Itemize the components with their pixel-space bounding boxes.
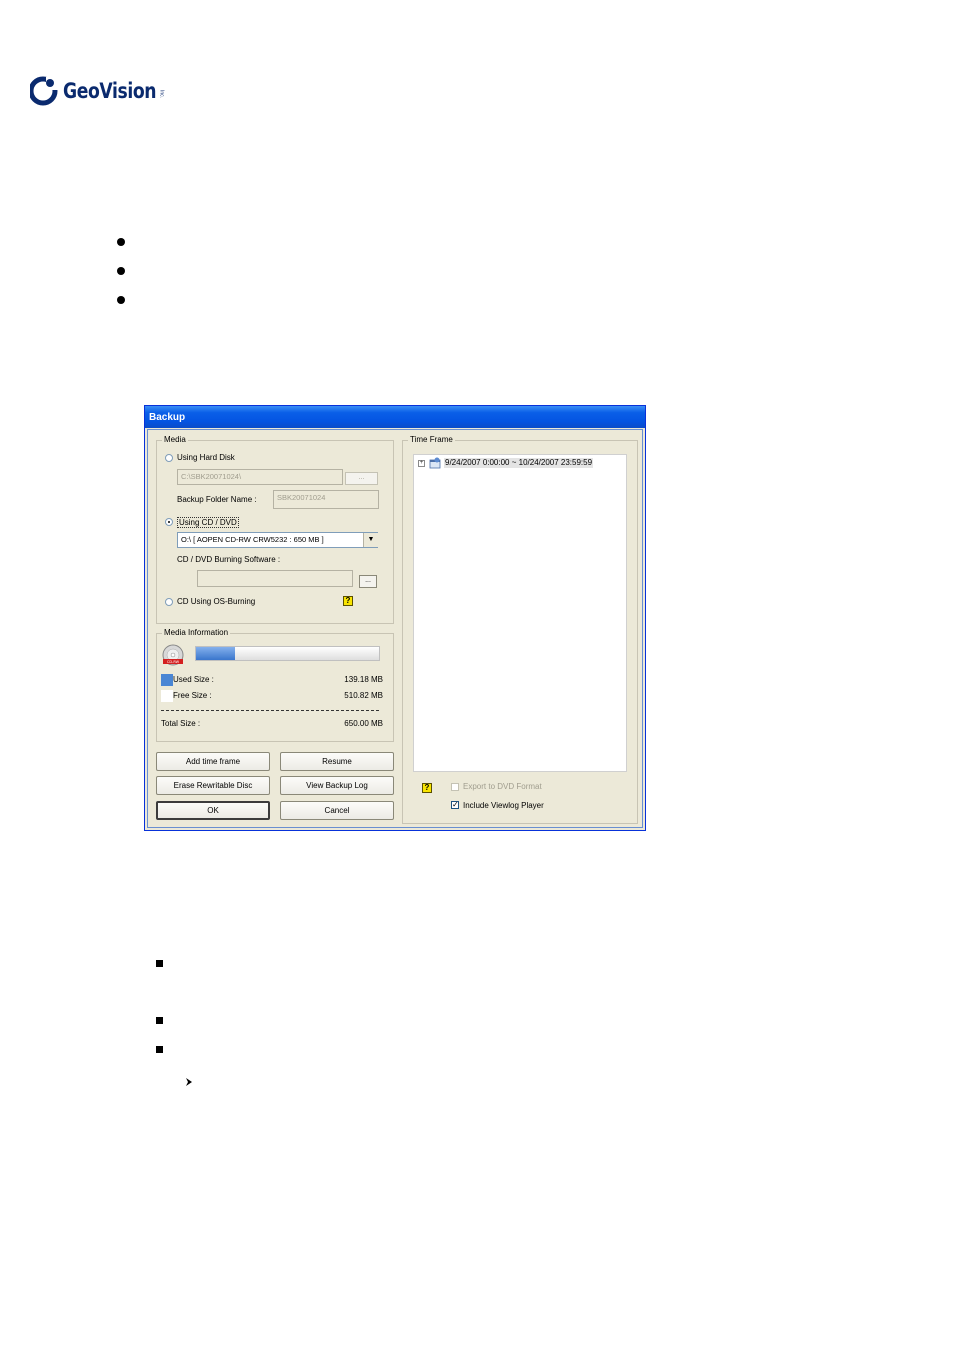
backup-dialog: Backup Media Using Hard Disk C:\SBK20071… [144, 405, 646, 831]
used-size-label: Used Size : [173, 675, 214, 684]
dialog-title-bar[interactable]: Backup [145, 406, 645, 428]
cd-os-burning-label: CD Using OS-Burning [177, 597, 256, 606]
total-size-value: 650.00 MB [344, 719, 383, 728]
media-usage-fill [196, 647, 236, 660]
help-icon[interactable]: ? [422, 783, 432, 793]
geovision-logo-icon [28, 76, 60, 106]
erase-rewritable-disc-button[interactable]: Erase Rewritable Disc [156, 776, 270, 795]
resume-button[interactable]: Resume [280, 752, 394, 771]
svg-text:CD-RW: CD-RW [167, 660, 180, 664]
logo-inc-mark: Inc. [158, 89, 165, 99]
disc-icon: CD-RW [161, 643, 185, 667]
bullet-icon [117, 296, 125, 304]
arrow-bullet-icon [185, 1074, 193, 1086]
dialog-title: Backup [149, 412, 186, 423]
include-viewlog-label: Include Viewlog Player [463, 801, 544, 810]
backup-folder-field[interactable]: SBK20071024 [273, 490, 379, 509]
cd-drive-select[interactable]: O:\ [ AOPEN CD-RW CRW5232 : 650 MB ] [177, 532, 378, 548]
media-usage-bar [195, 646, 380, 661]
tree-expand-icon[interactable]: + [418, 460, 425, 467]
backup-folder-label: Backup Folder Name : [177, 495, 257, 504]
size-divider [161, 710, 379, 711]
total-size-label: Total Size : [161, 719, 201, 728]
used-size-swatch [161, 674, 173, 686]
free-size-value: 510.82 MB [344, 691, 383, 700]
free-size-swatch [161, 690, 173, 702]
bullet-square-icon [156, 960, 163, 967]
chevron-down-icon[interactable]: ▼ [363, 533, 378, 547]
using-cd-dvd-label: Using CD / DVD [177, 517, 239, 528]
add-time-frame-button[interactable]: Add time frame [156, 752, 270, 771]
calendar-icon [429, 457, 441, 469]
media-group: Media Using Hard Disk C:\SBK20071024\ ..… [156, 435, 394, 624]
used-size-value: 139.18 MB [344, 675, 383, 684]
burning-software-browse-button[interactable]: ... [359, 575, 377, 588]
hard-disk-path-field[interactable]: C:\SBK20071024\ [177, 469, 343, 485]
cd-drive-value: O:\ [ AOPEN CD-RW CRW5232 : 650 MB ] [181, 535, 324, 544]
time-frame-group-title: Time Frame [408, 435, 455, 445]
bullet-icon [117, 267, 125, 275]
burning-software-field[interactable] [197, 570, 353, 587]
time-frame-group: Time Frame + 9/24/2007 0:00:00 ~ 10/24/2… [402, 435, 638, 824]
bullet-square-icon [156, 1046, 163, 1053]
ok-button[interactable]: OK [156, 801, 270, 820]
bullet-icon [117, 238, 125, 246]
export-dvd-label: Export to DVD Format [463, 782, 542, 791]
view-backup-log-button[interactable]: View Backup Log [280, 776, 394, 795]
dialog-body: Media Using Hard Disk C:\SBK20071024\ ..… [147, 429, 643, 828]
burning-software-label: CD / DVD Burning Software : [177, 555, 281, 564]
bullet-square-icon [156, 1017, 163, 1024]
include-viewlog-checkbox[interactable]: ✓ [451, 801, 459, 809]
help-icon[interactable]: ? [343, 596, 353, 606]
media-group-title: Media [162, 435, 188, 445]
free-size-label: Free Size : [173, 691, 212, 700]
using-hard-disk-radio[interactable] [165, 454, 173, 462]
logo-brand-text: GeoVision [63, 79, 157, 103]
export-dvd-checkbox[interactable] [451, 783, 459, 791]
hard-disk-browse-button[interactable]: ... [345, 472, 378, 485]
cd-os-burning-radio[interactable] [165, 598, 173, 606]
time-frame-tree[interactable]: + 9/24/2007 0:00:00 ~ 10/24/2007 23:59:5… [413, 454, 627, 772]
using-cd-dvd-radio[interactable] [165, 518, 173, 526]
media-information-group: Media Information CD-RW Used Size : 139.… [156, 628, 394, 742]
media-information-group-title: Media Information [162, 628, 231, 638]
cancel-button[interactable]: Cancel [280, 801, 394, 820]
tree-item-time-range[interactable]: 9/24/2007 0:00:00 ~ 10/24/2007 23:59:59 [444, 458, 594, 468]
geovision-logo: GeoVision Inc. [28, 74, 165, 108]
using-hard-disk-label: Using Hard Disk [177, 453, 235, 462]
